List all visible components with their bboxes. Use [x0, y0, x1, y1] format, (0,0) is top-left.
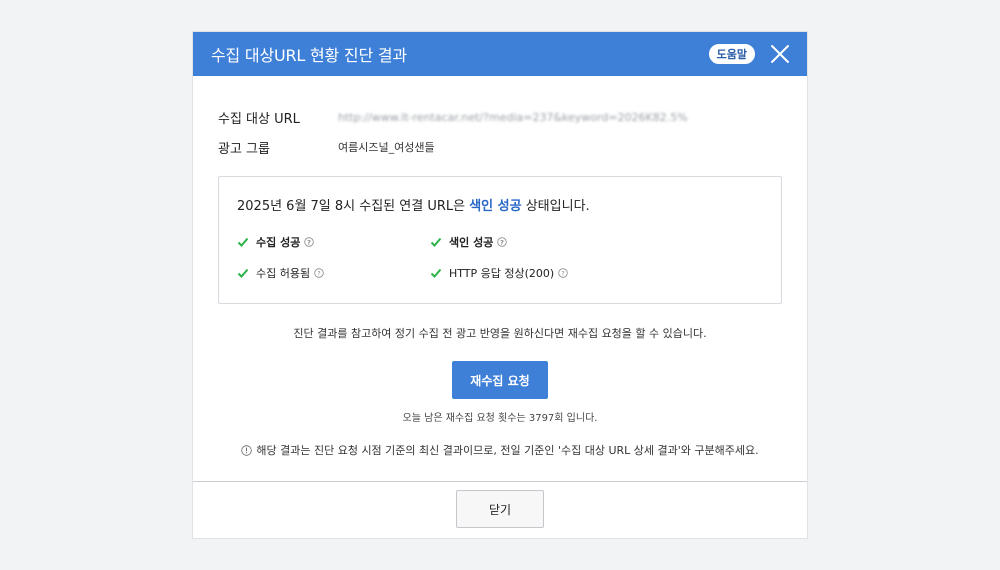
dialog-header: 수집 대상URL 현황 진단 결과 도움말 [193, 32, 807, 76]
check-icon [237, 268, 249, 278]
check-label: 수집 성공 [256, 236, 301, 249]
svg-text:?: ? [307, 238, 311, 246]
status-highlight: 색인 성공 [469, 199, 522, 214]
url-label: 수집 대상 URL [218, 111, 300, 127]
close-icon[interactable] [769, 43, 791, 65]
recrawl-request-button[interactable]: 재수집 요청 [452, 361, 548, 399]
svg-text:?: ? [317, 269, 320, 277]
info-icon [241, 444, 253, 456]
check-list: 수집 성공 ? 색인 성공 ? 수집 허용됨 ? HTTP 응답 정상(200)… [237, 234, 763, 281]
guide-text: 진단 결과를 참고하여 정기 수집 전 광고 반영을 원하신다면 재수집 요청을… [293, 327, 707, 340]
check-http-ok: HTTP 응답 정상(200) ? [430, 265, 630, 281]
notice-text: 해당 결과는 진단 요청 시점 기준의 최신 결과이므로, 전일 기준인 '수집… [218, 442, 782, 458]
question-icon[interactable]: ? [497, 237, 508, 247]
dialog-footer: 닫기 [193, 481, 807, 538]
group-row: 광고 그룹 여름시즈널_여성샌들 [218, 132, 782, 162]
notice-label: 해당 결과는 진단 요청 시점 기준의 최신 결과이므로, 전일 기준인 '수집… [256, 444, 759, 457]
check-label: 색인 성공 [449, 236, 494, 249]
check-index-success: 색인 성공 ? [430, 234, 630, 250]
question-icon[interactable]: ? [304, 237, 315, 247]
remaining-count-text: 오늘 남은 재수집 요청 횟수는 3797회 입니다. [402, 413, 598, 424]
url-row: 수집 대상 URL http://www.lt-rentacar.net/?me… [218, 102, 782, 132]
status-prefix: 2025년 6월 7일 8시 수집된 연결 URL은 [237, 199, 470, 214]
svg-text:?: ? [561, 269, 564, 277]
group-value: 여름시즈널_여성샌들 [338, 141, 435, 154]
dialog-body: 수집 대상 URL http://www.lt-rentacar.net/?me… [193, 102, 807, 458]
close-button[interactable]: 닫기 [456, 490, 544, 528]
svg-text:?: ? [500, 238, 504, 246]
check-icon [430, 237, 442, 247]
dialog-title: 수집 대상URL 현황 진단 결과 [211, 46, 407, 65]
diagnosis-dialog: 수집 대상URL 현황 진단 결과 도움말 수집 대상 URL http://w… [193, 32, 807, 538]
question-icon[interactable]: ? [314, 268, 324, 278]
check-icon [237, 237, 249, 247]
check-label: HTTP 응답 정상(200) [449, 267, 555, 280]
group-label: 광고 그룹 [218, 141, 270, 157]
question-icon[interactable]: ? [558, 268, 568, 278]
help-button[interactable]: 도움말 [708, 44, 755, 64]
check-crawl-success: 수집 성공 ? [237, 234, 430, 250]
check-label: 수집 허용됨 [256, 267, 311, 280]
status-summary: 2025년 6월 7일 8시 수집된 연결 URL은 색인 성공 상태입니다. [237, 195, 763, 214]
check-icon [430, 268, 442, 278]
url-value: http://www.lt-rentacar.net/?media=237&ke… [338, 110, 688, 124]
status-suffix: 상태입니다. [521, 199, 590, 214]
check-crawl-allowed: 수집 허용됨 ? [237, 265, 430, 281]
status-box: 2025년 6월 7일 8시 수집된 연결 URL은 색인 성공 상태입니다. … [218, 176, 782, 304]
